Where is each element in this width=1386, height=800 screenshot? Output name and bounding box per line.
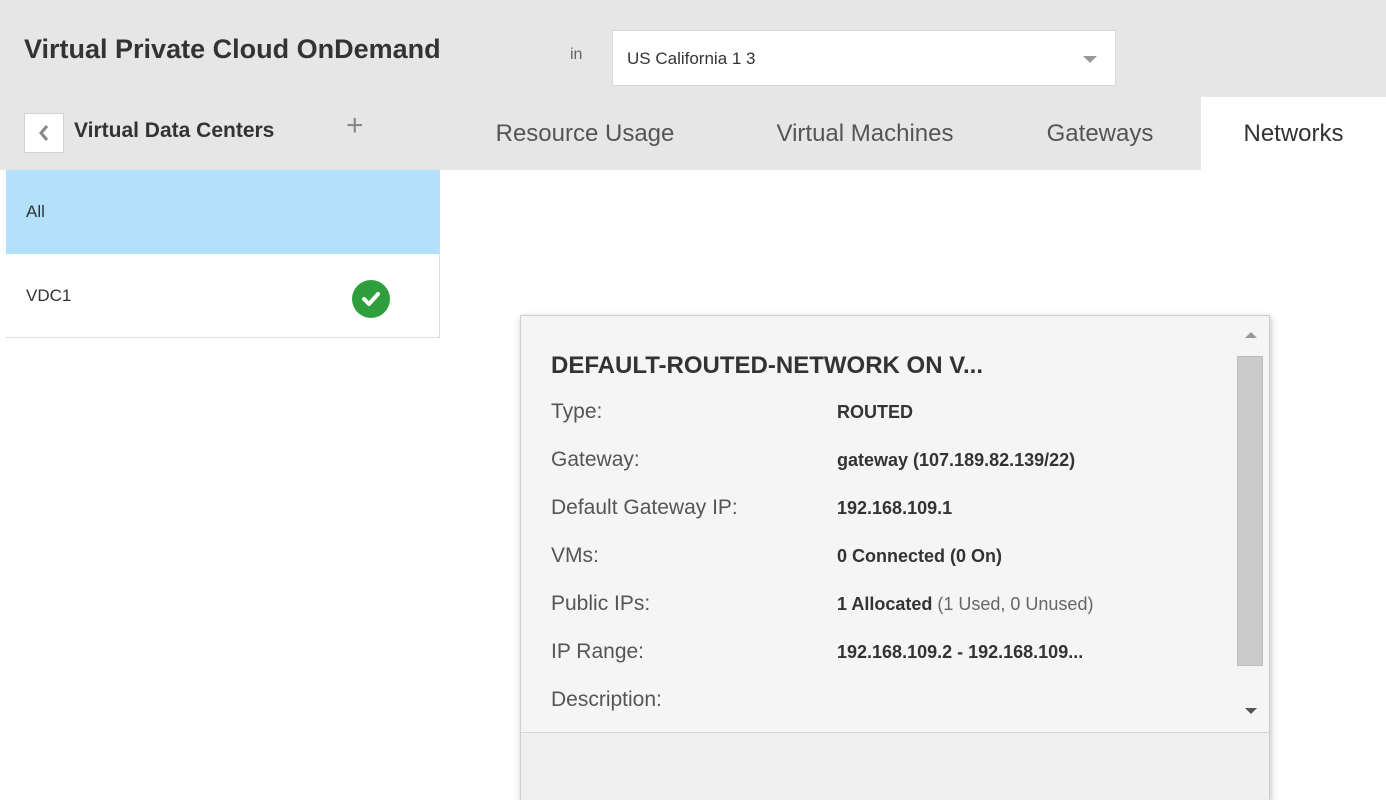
detail-row-public-ips: Public IPs: 1 Allocated (1 Used, 0 Unuse… [551,592,1231,622]
region-select[interactable]: US California 1 3 [612,30,1116,86]
tab-networks[interactable]: Networks [1201,97,1386,170]
scroll-up-arrow-icon[interactable] [1245,332,1257,338]
popup-title: DEFAULT-ROUTED-NETWORK ON V... [551,352,983,379]
tab-gateways[interactable]: Gateways [1020,97,1180,170]
popup-footer [521,732,1269,800]
app-title: Virtual Private Cloud OnDemand [24,34,441,64]
in-label: in [570,46,583,63]
vdc-title: Virtual Data Centers [74,119,275,142]
check-circle-icon [352,280,390,318]
detail-value: 192.168.109.2 - 192.168.109... [837,642,1083,663]
detail-label: Public IPs: [551,592,651,615]
scroll-down-arrow-icon[interactable] [1245,708,1257,714]
detail-value: 0 Connected (0 On) [837,546,1002,567]
region-select-value: US California 1 3 [627,49,756,68]
popup-body: DEFAULT-ROUTED-NETWORK ON V... Type: ROU… [521,316,1237,732]
detail-value-light: (1 Used, 0 Unused) [932,594,1094,614]
tab-virtual-machines[interactable]: Virtual Machines [740,97,990,170]
detail-row-default-gateway-ip: Default Gateway IP: 192.168.109.1 [551,496,1231,526]
tab-resource-usage[interactable]: Resource Usage [450,97,720,170]
back-button[interactable] [24,113,64,153]
detail-value: ROUTED [837,402,913,423]
detail-row-type: Type: ROUTED [551,400,1231,430]
vdc-header: Virtual Data Centers + [0,97,440,170]
detail-value: 1 Allocated (1 Used, 0 Unused) [837,594,1093,615]
detail-value: 192.168.109.1 [837,498,952,519]
detail-value-text: ROUTED [837,402,913,422]
sidebar-item-vdc1[interactable]: VDC1 [6,254,440,338]
detail-label: Default Gateway IP: [551,496,738,519]
detail-row-vms: VMs: 0 Connected (0 On) [551,544,1231,574]
detail-value-bold: 1 Allocated [837,594,933,614]
detail-label: Type: [551,400,603,423]
detail-value-text: gateway (107.189.82.139/22) [837,450,1076,470]
sidebar-item-label: VDC1 [26,286,72,305]
detail-row-description: Description: [551,688,1231,718]
chevron-left-icon [39,125,49,141]
detail-value-text: 0 Connected (0 On) [837,546,1003,566]
vdc-sidebar: All VDC1 [6,170,440,338]
detail-value-text: 192.168.109.2 - 192.168.109... [837,642,1084,662]
detail-label: IP Range: [551,640,645,663]
detail-value: gateway (107.189.82.139/22) [837,450,1075,471]
detail-label: VMs: [551,544,599,567]
sidebar-item-label: All [26,202,45,221]
chevron-down-icon [1083,56,1097,63]
detail-label: Gateway: [551,448,640,471]
network-tooltip-popup: DEFAULT-ROUTED-NETWORK ON V... Type: ROU… [520,315,1270,800]
plus-icon[interactable]: + [346,111,364,141]
detail-row-ip-range: IP Range: 192.168.109.2 - 192.168.109... [551,640,1231,670]
detail-value-text: 192.168.109.1 [837,498,953,518]
popup-scrollbar[interactable] [1237,324,1265,724]
top-header-bar: Virtual Private Cloud OnDemand in US Cal… [0,0,1386,170]
sidebar-item-all[interactable]: All [6,170,440,254]
scroll-thumb[interactable] [1237,356,1263,666]
detail-label: Description: [551,688,662,711]
detail-row-gateway: Gateway: gateway (107.189.82.139/22) [551,448,1231,478]
